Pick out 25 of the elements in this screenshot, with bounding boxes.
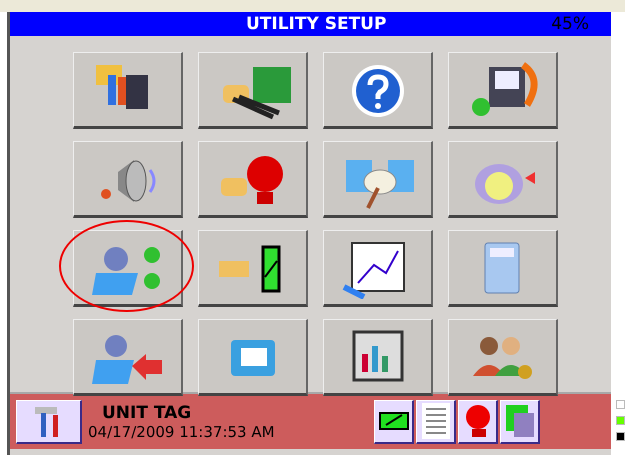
utility-button[interactable] [448,52,558,129]
utility-button[interactable] [323,52,433,129]
utility-button[interactable] [198,52,308,129]
utility-button[interactable] [73,319,183,396]
status-button[interactable] [416,400,456,444]
date-time: 04/17/2009 11:37:53 AM [88,422,276,440]
utility-button[interactable] [448,141,558,218]
utility-button[interactable] [323,319,433,396]
status-button[interactable] [374,400,414,444]
utility-button[interactable] [73,141,183,218]
utility-button[interactable] [323,141,433,218]
utility-button[interactable] [198,230,308,307]
status-button[interactable] [500,400,540,444]
percent-reading: 45% [551,14,589,34]
utility-button[interactable] [448,319,558,396]
utility-button[interactable] [73,230,183,307]
screen-title: UTILITY SETUP [246,14,386,34]
utility-button[interactable] [323,230,433,307]
tools-button[interactable] [16,400,82,444]
utility-button[interactable] [198,141,308,218]
utility-button[interactable] [198,319,308,396]
unit-tag: UNIT TAG [88,402,358,422]
utility-button[interactable] [448,230,558,307]
status-button[interactable] [458,400,498,444]
utility-button[interactable] [73,52,183,129]
